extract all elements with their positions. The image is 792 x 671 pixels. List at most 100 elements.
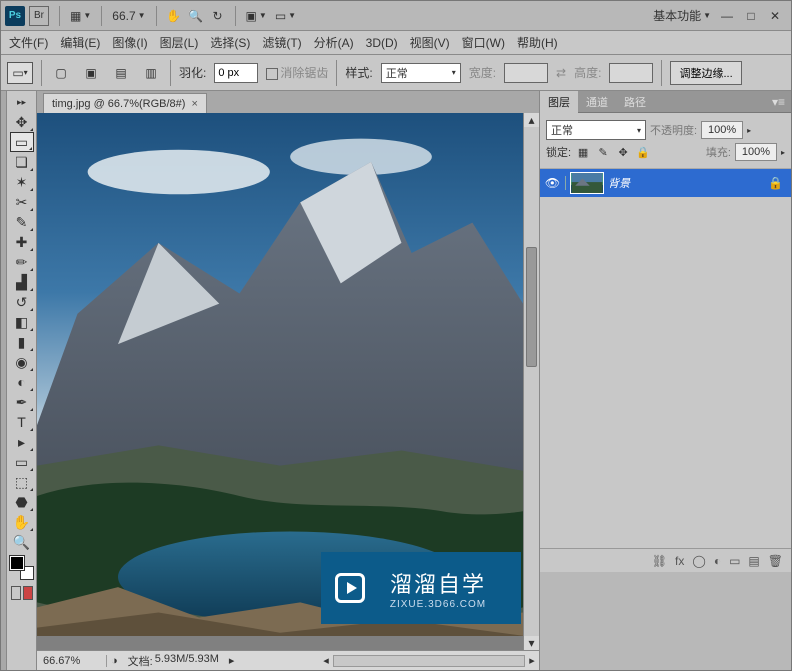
scroll-left-icon[interactable]: ◂ bbox=[319, 654, 333, 668]
move-tool[interactable]: ✥ bbox=[10, 112, 34, 132]
scroll-up-icon[interactable]: ▴ bbox=[524, 113, 539, 127]
lock-pixels-icon[interactable]: ✎ bbox=[595, 144, 611, 160]
quick-select-tool[interactable]: ✶ bbox=[10, 172, 34, 192]
clone-stamp-tool[interactable]: ▟ bbox=[10, 272, 34, 292]
feather-input[interactable] bbox=[214, 63, 258, 83]
delete-layer-icon[interactable]: 🗑 bbox=[768, 554, 783, 568]
status-bar: 66.67% ◑ 文档:5.93M/5.93M ▸ ◂ ▸ bbox=[37, 650, 539, 670]
scroll-right-icon[interactable]: ▸ bbox=[525, 654, 539, 668]
menu-window[interactable]: 窗口(W) bbox=[462, 34, 505, 51]
minimize-button[interactable]: — bbox=[717, 8, 737, 24]
layer-visibility-icon[interactable]: 👁 bbox=[540, 176, 566, 190]
tab-channels[interactable]: 通道 bbox=[578, 91, 616, 113]
tab-layers[interactable]: 图层 bbox=[540, 91, 578, 113]
zoom-display[interactable]: 66.7 ▼ bbox=[108, 9, 149, 23]
document-tab-close-icon[interactable]: × bbox=[191, 98, 197, 110]
selection-intersect-icon[interactable]: ▥ bbox=[140, 62, 162, 84]
color-swatches[interactable] bbox=[10, 556, 34, 580]
menu-analysis[interactable]: 分析(A) bbox=[314, 34, 354, 51]
selection-new-icon[interactable]: ▢ bbox=[50, 62, 72, 84]
healing-brush-tool[interactable]: ✚ bbox=[10, 232, 34, 252]
status-info-icon[interactable]: ◑ bbox=[107, 655, 122, 667]
panel-menu-icon[interactable]: ▾≡ bbox=[766, 95, 791, 109]
antialias-label: 消除锯齿 bbox=[280, 66, 328, 80]
layer-lock-icon: 🔒 bbox=[768, 176, 783, 190]
hand-tool[interactable]: ✋ bbox=[10, 512, 34, 532]
menu-filter[interactable]: 滤镜(T) bbox=[262, 34, 301, 51]
blur-tool[interactable]: ◉ bbox=[10, 352, 34, 372]
zoom-tool[interactable]: 🔍 bbox=[10, 532, 34, 552]
style-dropdown[interactable]: 正常▾ bbox=[381, 63, 461, 83]
selection-add-icon[interactable]: ▣ bbox=[80, 62, 102, 84]
gradient-tool[interactable]: ▮ bbox=[10, 332, 34, 352]
bridge-icon[interactable]: Br bbox=[29, 6, 49, 26]
brush-tool[interactable]: ✏ bbox=[10, 252, 34, 272]
refine-edge-button[interactable]: 调整边缘... bbox=[670, 61, 741, 85]
canvas[interactable]: 溜溜自学 ZIXUE.3D66.COM bbox=[37, 113, 523, 650]
pen-tool[interactable]: ✒ bbox=[10, 392, 34, 412]
screen-mode-icon[interactable]: ▭ ▼ bbox=[271, 9, 300, 23]
rotate-view-icon[interactable]: ↻ bbox=[207, 5, 229, 27]
menu-help[interactable]: 帮助(H) bbox=[517, 34, 558, 51]
menu-layer[interactable]: 图层(L) bbox=[160, 34, 199, 51]
antialias-checkbox bbox=[266, 68, 278, 80]
zoom-icon[interactable]: 🔍 bbox=[185, 5, 207, 27]
eyedropper-tool[interactable]: ✎ bbox=[10, 212, 34, 232]
photoshop-icon[interactable]: Ps bbox=[5, 6, 25, 26]
layer-row[interactable]: 👁 背景 🔒 bbox=[540, 169, 791, 197]
3d-camera-tool[interactable]: ⬣ bbox=[10, 492, 34, 512]
new-layer-icon[interactable]: ▤ bbox=[748, 554, 759, 568]
layer-mask-icon[interactable]: ◯ bbox=[692, 554, 705, 568]
selection-subtract-icon[interactable]: ▤ bbox=[110, 62, 132, 84]
close-button[interactable]: ✕ bbox=[765, 8, 785, 24]
layers-panel-footer: ⛓ fx ◯ ◐ ▭ ▤ 🗑 bbox=[540, 548, 791, 572]
layer-group-icon[interactable]: ▭ bbox=[729, 554, 740, 568]
menu-image[interactable]: 图像(I) bbox=[112, 34, 147, 51]
tab-paths[interactable]: 路径 bbox=[616, 91, 654, 113]
lock-all-icon[interactable]: 🔒 bbox=[635, 144, 651, 160]
quick-mask-icon[interactable] bbox=[23, 586, 33, 600]
layer-thumbnail[interactable] bbox=[570, 172, 604, 194]
layer-style-icon[interactable]: fx bbox=[675, 554, 684, 568]
foreground-color-swatch[interactable] bbox=[10, 556, 24, 570]
menu-edit[interactable]: 编辑(E) bbox=[60, 34, 100, 51]
type-tool[interactable]: T bbox=[10, 412, 34, 432]
history-brush-tool[interactable]: ↺ bbox=[10, 292, 34, 312]
fill-field[interactable]: 100% bbox=[735, 143, 777, 161]
crop-tool[interactable]: ✂ bbox=[10, 192, 34, 212]
vertical-scroll-thumb[interactable] bbox=[526, 247, 537, 367]
width-label: 宽度: bbox=[469, 64, 496, 81]
lock-position-icon[interactable]: ✥ bbox=[615, 144, 631, 160]
workspace-switcher[interactable]: 基本功能 ▼ bbox=[649, 7, 715, 24]
eraser-tool[interactable]: ◧ bbox=[10, 312, 34, 332]
menu-select[interactable]: 选择(S) bbox=[210, 34, 250, 51]
opacity-field[interactable]: 100% bbox=[701, 121, 743, 139]
dodge-tool[interactable]: ◐ bbox=[10, 372, 34, 392]
document-tab[interactable]: timg.jpg @ 66.7%(RGB/8#) × bbox=[43, 93, 207, 113]
current-tool-preset[interactable]: ▭▾ bbox=[7, 62, 33, 84]
layer-name[interactable]: 背景 bbox=[608, 175, 630, 191]
menu-view[interactable]: 视图(V) bbox=[410, 34, 450, 51]
horizontal-scrollbar[interactable]: ◂ ▸ bbox=[319, 654, 539, 668]
scroll-down-icon[interactable]: ▾ bbox=[524, 636, 539, 650]
maximize-button[interactable]: □ bbox=[741, 8, 761, 24]
lock-transparent-icon[interactable]: ▦ bbox=[575, 144, 591, 160]
shape-tool[interactable]: ▭ bbox=[10, 452, 34, 472]
vertical-scrollbar[interactable]: ▴ ▾ bbox=[523, 113, 539, 650]
3d-tool[interactable]: ⬚ bbox=[10, 472, 34, 492]
mini-bridge-icon[interactable]: ▦▼ bbox=[66, 9, 95, 23]
adjustment-layer-icon[interactable]: ◐ bbox=[714, 554, 721, 568]
layer-list: 👁 背景 🔒 bbox=[540, 168, 791, 548]
arrange-documents-icon[interactable]: ▣ ▼ bbox=[242, 9, 271, 23]
status-zoom[interactable]: 66.67% bbox=[37, 655, 107, 667]
lasso-tool[interactable]: ❏ bbox=[10, 152, 34, 172]
link-layers-icon[interactable]: ⛓ bbox=[652, 554, 667, 568]
blend-mode-dropdown[interactable]: 正常▾ bbox=[546, 120, 646, 140]
marquee-tool[interactable]: ▭ bbox=[10, 132, 34, 152]
standard-mode-icon[interactable] bbox=[11, 586, 21, 600]
menu-3d[interactable]: 3D(D) bbox=[366, 36, 398, 50]
menu-file[interactable]: 文件(F) bbox=[9, 34, 48, 51]
path-select-tool[interactable]: ▸ bbox=[10, 432, 34, 452]
toolbox-collapse-icon[interactable]: ▸▸ bbox=[17, 97, 26, 108]
hand-icon[interactable]: ✋ bbox=[163, 5, 185, 27]
